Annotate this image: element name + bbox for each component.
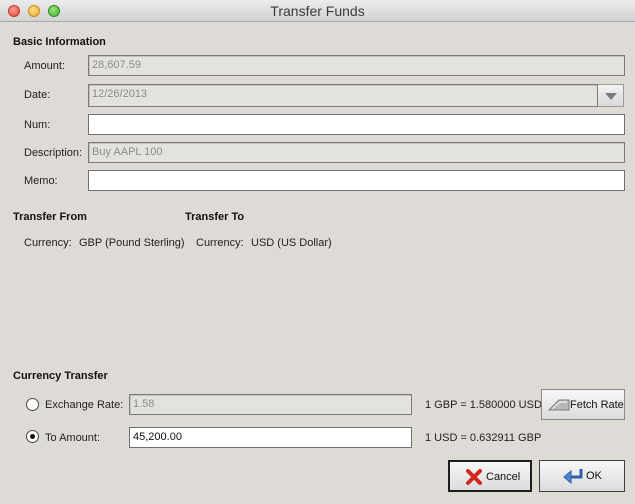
currency-transfer-heading: Currency Transfer: [13, 370, 108, 382]
ok-label: OK: [586, 470, 602, 482]
to-amount-radio[interactable]: [26, 430, 39, 443]
exchange-rate-radio[interactable]: [26, 398, 39, 411]
to-currency-value: USD (US Dollar): [251, 237, 332, 249]
transfer-from-heading: Transfer From: [13, 211, 87, 223]
ok-button[interactable]: OK: [539, 460, 625, 492]
to-amount-field[interactable]: 45,200.00: [129, 427, 412, 448]
date-dropdown-button[interactable]: [598, 84, 624, 107]
to-currency-label: Currency:: [196, 237, 244, 249]
exchange-rate-conversion: 1 GBP = 1.580000 USD: [425, 399, 542, 411]
date-field[interactable]: 12/26/2013: [88, 84, 598, 107]
window-title: Transfer Funds: [270, 3, 365, 19]
from-currency-label: Currency:: [24, 237, 72, 249]
amount-field[interactable]: 28,607.59: [88, 55, 625, 76]
memo-field[interactable]: [88, 170, 625, 191]
num-field[interactable]: [88, 114, 625, 135]
basic-information-heading: Basic Information: [13, 36, 106, 48]
cancel-label: Cancel: [486, 471, 521, 483]
from-currency-value: GBP (Pound Sterling): [79, 237, 185, 249]
description-field[interactable]: Buy AAPL 100: [88, 142, 625, 163]
fetch-rate-icon: [548, 399, 570, 411]
chevron-down-icon: [605, 93, 617, 100]
to-amount-conversion: 1 USD = 0.632911 GBP: [425, 432, 542, 444]
memo-label: Memo:: [24, 175, 58, 187]
num-label: Num:: [24, 119, 51, 131]
red-x-icon: [466, 469, 482, 485]
to-amount-label: To Amount:: [45, 432, 101, 444]
amount-label: Amount:: [24, 60, 65, 72]
fetch-rate-label: Fetch Rate: [570, 399, 624, 411]
exchange-rate-label: Exchange Rate:: [45, 399, 124, 411]
date-label: Date:: [24, 89, 51, 101]
description-label: Description:: [24, 147, 83, 159]
exchange-rate-field[interactable]: 1.58: [129, 394, 412, 415]
fetch-rate-button[interactable]: Fetch Rate: [541, 389, 625, 420]
cancel-button[interactable]: Cancel: [448, 460, 532, 492]
transfer-to-heading: Transfer To: [185, 211, 245, 223]
return-arrow-icon: [563, 469, 583, 485]
title-bar: Transfer Funds: [0, 0, 635, 22]
radio-selected-dot: [30, 434, 35, 439]
